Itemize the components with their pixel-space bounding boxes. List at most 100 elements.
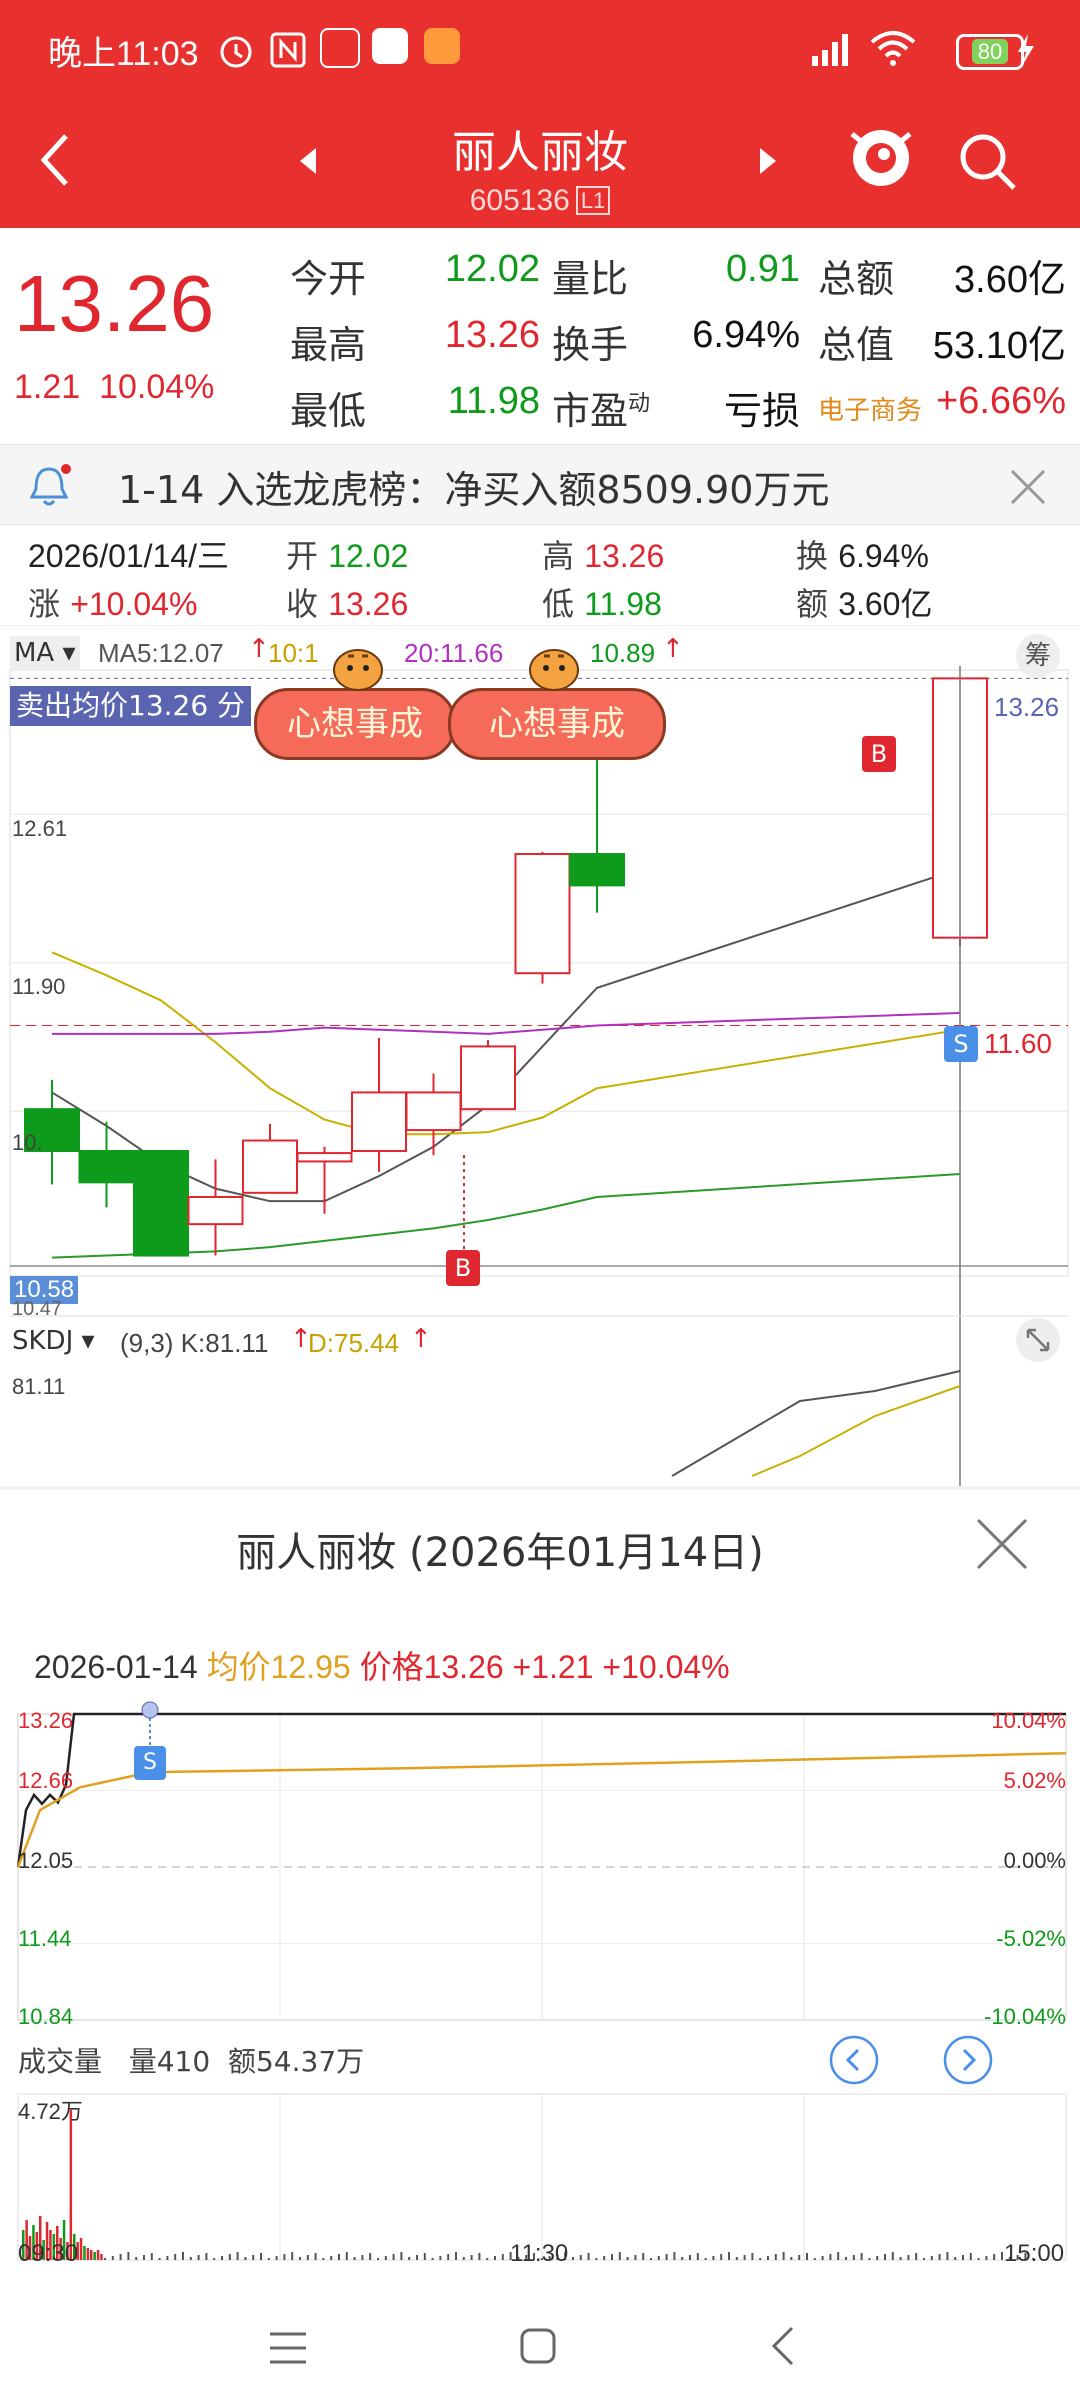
volume-bar — [798, 2255, 801, 2260]
volume-bar — [150, 2253, 153, 2260]
next-day-icon[interactable] — [942, 2034, 994, 2086]
volume-bar — [236, 2252, 239, 2260]
tiger-sticker-icon — [529, 649, 579, 691]
volume-bar — [158, 2258, 161, 2260]
mascot-icon[interactable] — [846, 122, 916, 198]
volume-bar — [174, 2254, 177, 2260]
volume-bar — [759, 2258, 762, 2260]
volume-bar — [90, 2250, 93, 2260]
close-notice-icon[interactable] — [1008, 467, 1048, 507]
volume-bar — [252, 2255, 255, 2260]
volume-bar — [962, 2255, 964, 2260]
volume-bar — [985, 2256, 988, 2260]
volume-bar — [1001, 2252, 1003, 2260]
volume-bar — [369, 2253, 372, 2260]
y-left-1: 12.66 — [18, 1768, 74, 1793]
skdj-d-arrow: ↑ — [410, 1324, 432, 1354]
volume-bar — [111, 2256, 114, 2260]
quote-panel: 13.26 1.21 10.04% 今开 12.02 量比 0.91 总额 3.… — [0, 228, 1080, 444]
sticker-wish-1[interactable]: 心想事成 — [254, 688, 456, 760]
candle-body — [405, 1091, 462, 1132]
chip-distribution-button[interactable]: 筹 — [1016, 634, 1060, 678]
ma10-value: 10:1 — [268, 638, 319, 668]
y-left-0: 13.26 — [18, 1708, 74, 1733]
notice-bar[interactable]: 1-14 入选龙虎榜：净买入额8509.90万元 — [0, 444, 1080, 525]
volume-bar — [353, 2257, 356, 2260]
volume-bar — [299, 2257, 301, 2260]
volume-bar — [868, 2258, 871, 2260]
volume-bar — [938, 2254, 941, 2260]
volume-bar — [774, 2254, 777, 2260]
volume-bar — [83, 2246, 86, 2260]
volume-bar — [704, 2258, 707, 2260]
prev-day-icon[interactable] — [828, 2034, 880, 2086]
next-stock-icon[interactable] — [756, 146, 780, 176]
volume-bar — [650, 2258, 652, 2260]
amount-label: 总额 — [818, 257, 895, 301]
skdj-selector[interactable]: SKDJ ▾ — [12, 1326, 95, 1356]
candle-body — [460, 1045, 516, 1111]
volume-bar — [447, 2254, 450, 2260]
expand-icon[interactable] — [1016, 1318, 1060, 1362]
volume-bar — [587, 2253, 590, 2260]
amount-info: 额 3.60亿 — [796, 585, 933, 623]
open-info: 开 12.02 — [286, 537, 409, 575]
alarm-icon — [220, 36, 252, 68]
y-left-4: 10.84 — [18, 2004, 74, 2029]
pe-value: 亏损 — [723, 391, 800, 433]
bell-icon — [29, 464, 71, 506]
volume-bar — [767, 2256, 769, 2260]
volume-bar — [486, 2258, 489, 2260]
volume-bar — [455, 2252, 457, 2260]
volume-bar — [69, 2110, 73, 2260]
sell-marker[interactable]: S — [944, 1026, 978, 1062]
buy-marker[interactable]: B — [446, 1250, 480, 1286]
volume-bar — [338, 2254, 340, 2260]
tiger-sticker-icon — [333, 649, 383, 691]
sticker-wish-2[interactable]: 心想事成 — [448, 688, 666, 760]
back-nav-icon[interactable] — [768, 2324, 798, 2368]
close-info: 收 13.26 — [286, 585, 409, 623]
volume-bar — [735, 2257, 738, 2260]
volume-bar — [189, 2257, 192, 2260]
volume-bar — [197, 2255, 200, 2260]
volume-bar — [634, 2255, 637, 2260]
open-value: 12.02 — [444, 248, 540, 290]
y-right-4: -10.04% — [984, 2004, 1066, 2029]
volume-bar — [96, 2250, 100, 2260]
menu-icon[interactable] — [266, 2328, 310, 2368]
ma-selector[interactable]: MA ▾ — [10, 636, 80, 670]
candle-body — [569, 853, 625, 887]
turnover-label: 换手 — [552, 323, 629, 367]
volume-bar — [100, 2254, 103, 2260]
volume-bar — [86, 2248, 90, 2260]
sector-link[interactable]: 电子商务 — [818, 390, 922, 427]
volume-ratio-label: 量比 — [552, 257, 629, 301]
day-date: 2026/01/14/三 — [28, 538, 230, 574]
close-icon[interactable] — [972, 1514, 1032, 1574]
y-right-1: 5.02% — [1003, 1768, 1066, 1793]
volume-bar — [135, 2257, 138, 2260]
search-icon[interactable] — [956, 130, 1020, 194]
turnover-value: 6.94% — [692, 314, 800, 356]
volume-bar — [267, 2258, 270, 2260]
volume-bar — [494, 2256, 496, 2260]
notice-text: 1-14 入选龙虎榜：净买入额8509.90万元 — [118, 468, 830, 512]
buy-marker[interactable]: B — [862, 736, 896, 772]
volume-bar — [907, 2255, 910, 2260]
volume-bar — [93, 2252, 96, 2260]
volume-bar — [205, 2253, 208, 2260]
volume-bar — [470, 2255, 473, 2260]
sector-change[interactable]: +6.66% — [930, 380, 1066, 423]
home-icon[interactable] — [516, 2324, 560, 2368]
volume-bar — [462, 2257, 465, 2260]
volume-bar — [712, 2256, 715, 2260]
ma20-line — [52, 1011, 961, 1035]
volume-bar — [923, 2258, 925, 2260]
kline-panel[interactable]: MA ▾ MA5:12.07 ↑ 10:1 20:11.66 10.89 ↑ 筹… — [0, 626, 1080, 1486]
volume-bar — [478, 2253, 481, 2260]
low-value: 11.98 — [447, 380, 540, 422]
time-mid: 11:30 — [510, 2240, 569, 2267]
open-label: 今开 — [290, 257, 367, 301]
sell-marker[interactable]: S — [134, 1746, 166, 1780]
